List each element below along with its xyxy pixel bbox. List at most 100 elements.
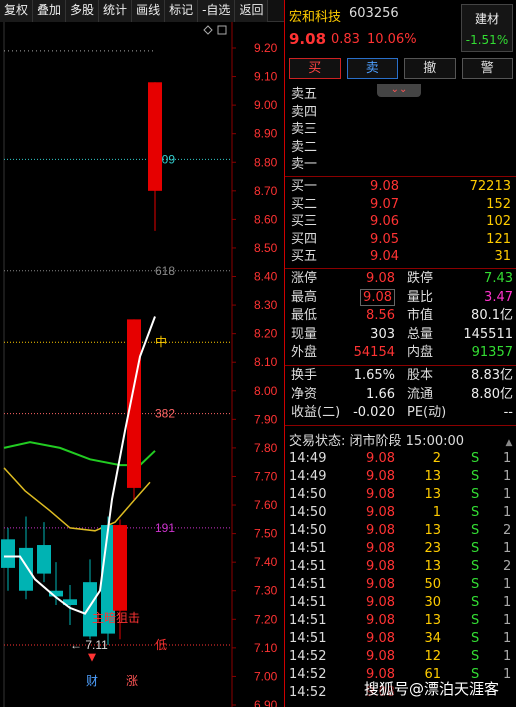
quote-panel: 宏和科技 603256 9.08 0.83 10.06% 建材 -1.51% 买…: [284, 0, 516, 707]
stat-value: 80.1亿: [471, 308, 513, 323]
bid-row: 买四 9.05 121: [285, 231, 516, 249]
tick-side: S: [471, 523, 480, 538]
ask-row: 卖一: [285, 156, 516, 174]
stat-label: 流通: [407, 386, 434, 402]
divider: [285, 365, 516, 366]
stat-value: 8.56: [366, 308, 395, 323]
sell-button[interactable]: 卖: [346, 58, 398, 79]
bid-volume: 72213: [469, 179, 511, 194]
tick-price: 9.08: [366, 577, 395, 592]
tick-price: 9.08: [366, 649, 395, 664]
ask-row: 卖四: [285, 104, 516, 122]
tick-price: 9.08: [366, 595, 395, 610]
stat-label: PE(动): [407, 405, 447, 420]
stat-row: 涨停 9.08 跌停 7.43: [285, 270, 516, 289]
order-book-asks: 卖五 卖四 卖三 卖二 卖一: [285, 86, 516, 174]
toolbar-button-fuquan[interactable]: 复权: [0, 0, 34, 22]
tick-row: 14:51 9.08 30 S 1: [285, 594, 516, 612]
chart-canvas: 9.20 9.10 9.00 8.90 8.80 8.70 8.60 8.50 8.40 8.30…: [1, 22, 278, 707]
tick-count: 1: [503, 469, 512, 484]
bid-price: 9.06: [370, 214, 399, 229]
bid-label: 买一: [291, 179, 318, 194]
y-tick-label: 8.70: [254, 184, 278, 198]
stat-label: 股本: [407, 368, 434, 383]
tick-list[interactable]: 14:49 9.08 2 S 1 14:49 9.08 13 S 1 14:50 9.08 13 S 1 14…: [285, 450, 516, 702]
bottom-mark-rise: 涨: [126, 673, 138, 688]
tick-time: 14:50: [289, 487, 327, 502]
y-tick-label: 7.70: [254, 469, 278, 483]
y-tick-label: 7.80: [254, 441, 278, 455]
finance-stats: 换手 1.65% 股本 8.83亿 净资 1.66 流通 8.80亿 收益(二) -0.020…: [285, 367, 516, 423]
stat-row: 最高 9.08 量比 3.47: [285, 288, 516, 308]
ask-row: 卖三: [285, 121, 516, 139]
stat-value: 54154: [353, 345, 395, 360]
tick-side: S: [471, 505, 480, 520]
stat-value: 9.08: [360, 288, 395, 306]
toolbar-button-overlay[interactable]: 叠加: [33, 0, 67, 22]
tick-side: S: [471, 613, 480, 628]
stat-label: 最低: [291, 308, 318, 323]
y-tick-label: 7.10: [254, 641, 278, 655]
alert-button[interactable]: 警: [461, 58, 513, 79]
tick-count: 1: [503, 613, 512, 628]
tick-price: 9.08: [366, 613, 395, 628]
cancel-order-button[interactable]: 撤: [404, 58, 456, 79]
tick-price: 9.08: [366, 541, 395, 556]
stat-value: -0.020: [353, 405, 395, 420]
stat-label: 内盘: [407, 345, 434, 360]
ask-label: 卖三: [291, 122, 318, 137]
stat-label: 涨停: [291, 271, 318, 286]
tick-volume: 23: [424, 541, 441, 556]
stat-value: 3.47: [484, 289, 513, 305]
tick-count: 2: [503, 559, 512, 574]
diamond-icon: [203, 25, 213, 35]
candle-body: [1, 539, 15, 568]
tick-time: 14:51: [289, 559, 327, 574]
toolbar-button-remove-watchlist[interactable]: -自选: [198, 0, 236, 22]
tick-time: 14:52: [289, 649, 327, 664]
stat-row: 外盘 54154 内盘 91357: [285, 344, 516, 363]
y-tick-label: 8.80: [254, 155, 278, 169]
tick-side: S: [471, 649, 480, 664]
stat-value: 1.66: [366, 386, 395, 402]
stat-value: 145511: [463, 326, 513, 342]
stock-change-pct: 10.06%: [367, 32, 417, 47]
bid-label: 买五: [291, 249, 318, 264]
tick-row: 14:50 9.08 1 S 1: [285, 504, 516, 522]
tick-time: 14:51: [289, 613, 327, 628]
tick-price: 9.08: [366, 469, 395, 484]
tick-volume: 13: [424, 613, 441, 628]
tick-volume: 13: [424, 469, 441, 484]
toolbar-button-draw-line[interactable]: 画线: [132, 0, 166, 22]
scroll-up-icon[interactable]: ▲: [504, 438, 514, 448]
tick-time: 14:51: [289, 595, 327, 610]
ask-label: 卖四: [291, 104, 318, 120]
tick-row: 14:51 9.08 23 S 1: [285, 540, 516, 558]
y-tick-label: 7.00: [254, 669, 278, 683]
toolbar-button-multi-stock[interactable]: 多股: [66, 0, 100, 22]
tick-count: 1: [503, 505, 512, 520]
bid-volume: 121: [486, 231, 511, 247]
ask-label: 卖一: [291, 157, 318, 172]
tick-count: 1: [503, 577, 512, 592]
stat-label: 量比: [407, 289, 434, 305]
tick-row: 14:50 9.08 13 S 1: [285, 486, 516, 504]
bid-volume: 102: [486, 214, 511, 229]
toolbar-button-mark[interactable]: 标记: [165, 0, 199, 22]
tick-time: 14:50: [289, 523, 327, 538]
candle-body: [113, 525, 127, 611]
toolbar-button-statistics[interactable]: 统计: [99, 0, 133, 22]
toolbar-button-back[interactable]: 返回: [235, 0, 269, 22]
buy-button[interactable]: 买: [289, 58, 341, 79]
tick-volume: 12: [424, 649, 441, 664]
level-label: 618: [155, 264, 175, 278]
candlestick-chart[interactable]: 9.20 9.10 9.00 8.90 8.80 8.70 8.60 8.50 8.40 8.30…: [0, 22, 284, 707]
tick-time: 14:50: [289, 505, 327, 520]
bid-price: 9.05: [370, 231, 399, 247]
sector-badge[interactable]: 建材 -1.51%: [461, 4, 513, 52]
ask-row: 卖五: [285, 86, 516, 104]
stock-change: 0.83: [331, 32, 360, 47]
bid-label: 买四: [291, 231, 318, 247]
tick-count: 1: [503, 451, 512, 466]
y-tick-label: 7.90: [254, 412, 278, 426]
